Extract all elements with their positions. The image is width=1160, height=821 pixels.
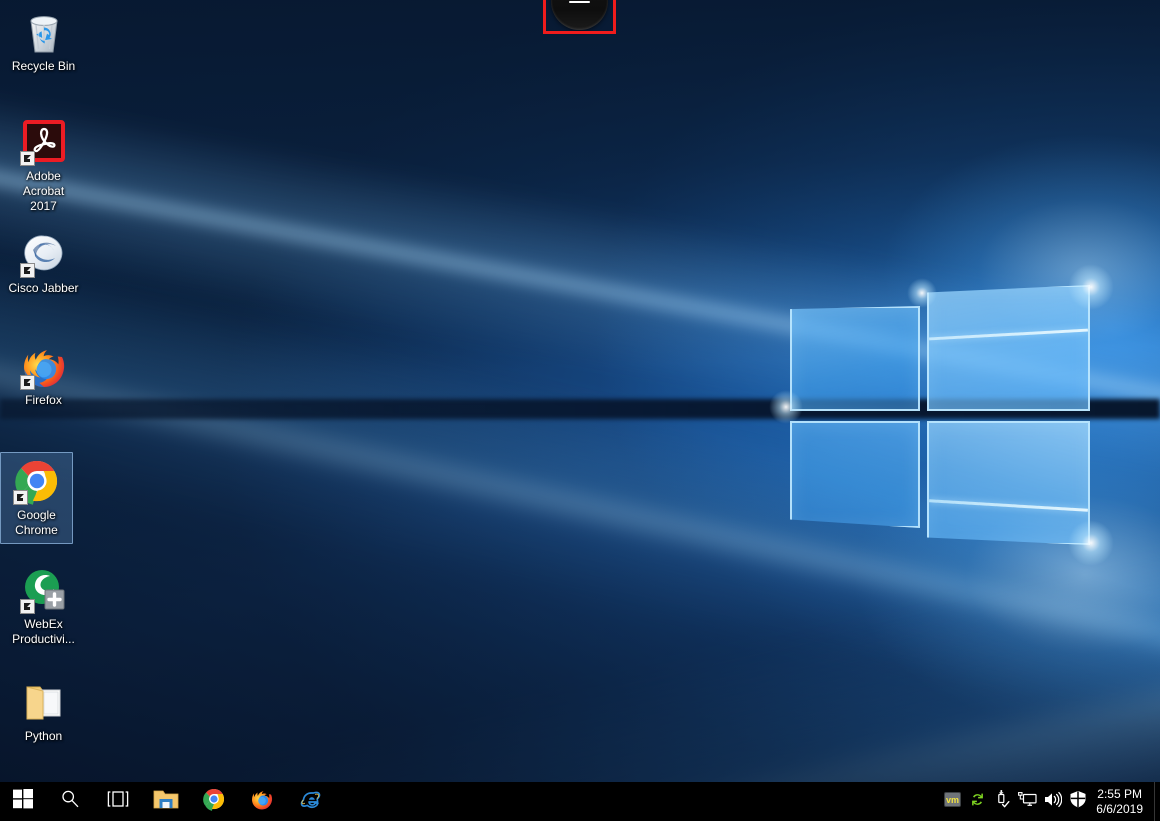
firefox-icon [19,342,68,390]
ie-icon [297,787,323,816]
desktop-wallpaper[interactable] [0,0,1160,821]
shortcut-arrow-icon [19,263,35,278]
desktop-icon-firefox[interactable]: Firefox [7,342,80,408]
tray-sync-status[interactable] [965,782,990,821]
desktop-icon-label: Recycle Bin [11,59,76,73]
desktop-icon-label: Adobe Acrobat 2017 [22,169,65,213]
search-icon [60,789,80,814]
desktop-icon-google-chrome[interactable]: Google Chrome [0,452,73,544]
start-button[interactable] [0,782,46,821]
shortcut-arrow-icon [12,490,28,505]
shortcut-arrow-icon [19,375,35,390]
google-chrome-icon [12,457,61,505]
task-view-button[interactable] [94,782,142,821]
clock-date: 6/6/2019 [1096,801,1143,816]
speaker-icon [1043,791,1063,813]
vm-icon: vm [944,791,962,812]
desktop-icon-webex-productivity[interactable]: WebEx Productivi... [7,566,80,647]
folder-icon [20,678,68,726]
webex-icon [19,566,68,614]
shield-icon [1069,790,1087,813]
desktop-icon-label: Google Chrome [15,508,58,537]
desktop-icon-cisco-jabber[interactable]: Cisco Jabber [7,230,80,296]
recycle-bin-icon [20,8,68,56]
desktop-icon-python-folder[interactable]: Python [7,678,80,744]
logo-flare-bottom-right [1068,520,1114,566]
desktop-screen: Recycle Bin Adobe Acrobat 2017 Cisco Jab… [0,0,1160,821]
firefox-icon [250,787,274,816]
logo-flare-top-mid [907,278,937,308]
windows-logo-graphic [769,258,1114,566]
folder-icon [153,787,179,816]
taskbar-internet-explorer-button[interactable] [286,782,334,821]
usb-eject-icon [994,790,1011,813]
logo-pane-bottom-left [790,421,920,528]
chrome-icon [202,787,226,816]
sync-arrows-icon [969,791,986,813]
tray-volume[interactable] [1040,782,1065,821]
logo-pane-top-left [790,306,920,411]
cisco-jabber-icon [19,230,68,278]
adobe-acrobat-icon [19,118,68,166]
taskbar-file-explorer-button[interactable] [142,782,190,821]
logo-pane-bottom-right [927,421,1090,545]
taskbar-firefox-button[interactable] [238,782,286,821]
network-monitor-icon [1018,791,1037,812]
desktop-icon-label: Python [24,729,63,743]
windows-start-icon [13,789,33,814]
show-desktop-button[interactable] [1154,782,1160,821]
shortcut-arrow-icon [19,599,35,614]
task-view-icon [107,790,129,813]
tray-windows-defender[interactable] [1065,782,1090,821]
logo-flare-left [769,390,803,424]
desktop-icon-recycle-bin[interactable]: Recycle Bin [7,8,80,74]
search-button[interactable] [46,782,94,821]
red-highlight-box [543,0,616,34]
tray-network[interactable] [1015,782,1040,821]
taskbar: vm 2:55 PM 6/6/2019 [0,782,1160,821]
desktop-icon-label: Firefox [25,393,62,407]
logo-flare-top-right [1068,264,1114,310]
tray-safely-remove-hardware[interactable] [990,782,1015,821]
system-tray: vm 2:55 PM 6/6/2019 [940,782,1160,821]
taskbar-clock[interactable]: 2:55 PM 6/6/2019 [1090,782,1154,821]
tray-vmware-tools[interactable]: vm [940,782,965,821]
logo-pane-top-right [927,285,1090,411]
taskbar-google-chrome-button[interactable] [190,782,238,821]
clock-time: 2:55 PM [1097,786,1142,801]
desktop-icon-adobe-acrobat-2017[interactable]: Adobe Acrobat 2017 [7,118,80,214]
shortcut-arrow-icon [19,151,35,166]
desktop-icon-label: Cisco Jabber [8,281,79,295]
desktop-icon-label: WebEx Productivi... [12,617,75,646]
svg-text:vm: vm [946,795,959,805]
